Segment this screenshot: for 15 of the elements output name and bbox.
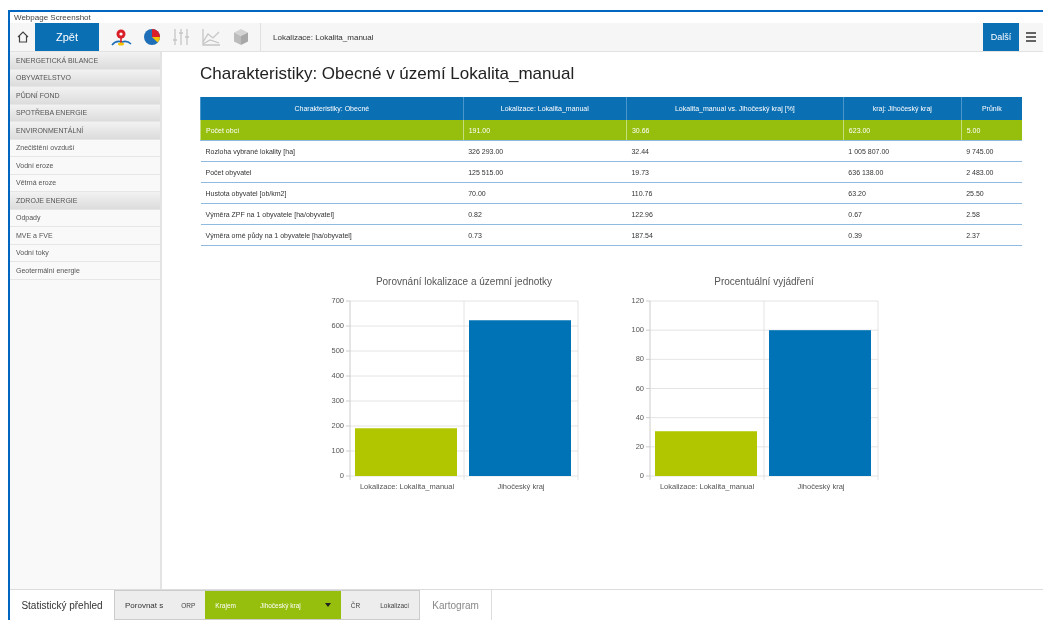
section-title: Statistický přehled <box>20 598 104 613</box>
caption-text: Webpage Screenshot <box>13 12 92 23</box>
next-button[interactable]: Další <box>983 23 1019 51</box>
chart-title: Porovnání lokalizace a územní jednotky <box>375 276 553 287</box>
caret-icon <box>324 603 331 607</box>
chart-title: Procentuální vyjádření <box>714 276 814 287</box>
pie-chart-icon[interactable] <box>143 28 161 46</box>
map-tab[interactable]: Kartogram <box>420 590 493 620</box>
menu-icon[interactable] <box>1026 32 1036 42</box>
back-button[interactable]: Zpět <box>35 23 99 51</box>
home-icon <box>15 30 30 44</box>
map-pin-icon[interactable] <box>111 27 132 47</box>
page-heading: Charakteristiky: Obecné v území Lokalita_manual <box>200 64 576 84</box>
compare-label: Porovnat s <box>124 599 165 612</box>
location-label: Lokalizace: Lokalita_manual <box>272 32 375 42</box>
